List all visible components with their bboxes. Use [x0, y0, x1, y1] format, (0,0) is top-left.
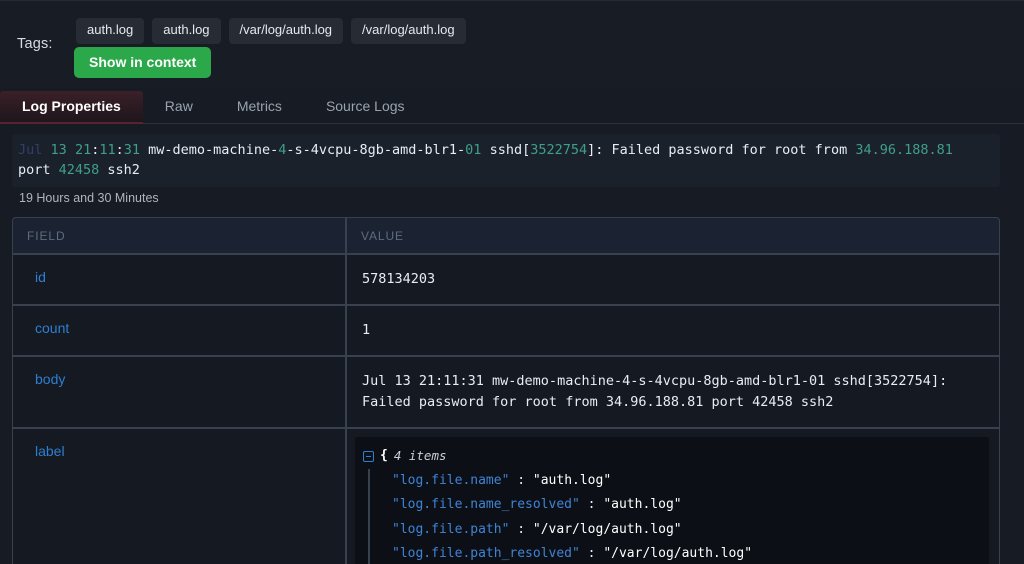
column-header-field: FIELD: [12, 217, 346, 254]
json-value: "/var/log/auth.log": [603, 546, 752, 561]
json-entry: "log.file.path" : "/var/log/auth.log": [392, 518, 981, 543]
field-value-label: { 4 items "log.file.name" : "auth.log" "…: [346, 428, 1000, 564]
json-items-count: 4 items: [394, 444, 447, 469]
json-separator: :: [580, 546, 603, 561]
field-name-label[interactable]: label: [12, 428, 346, 564]
json-entries: "log.file.name" : "auth.log" "log.file.n…: [368, 469, 981, 564]
log-message: ]: Failed password for root from: [587, 142, 855, 158]
json-key: "log.file.path": [392, 522, 509, 537]
log-host-num-2: 01: [465, 142, 481, 158]
log-second: 31: [124, 142, 140, 158]
field-value-count: 1: [346, 305, 1000, 356]
json-viewer: { 4 items "log.file.name" : "auth.log" "…: [355, 437, 989, 564]
field-value-body: Jul 13 21:11:31 mw-demo-machine-4-s-4vcp…: [346, 356, 1000, 428]
json-entry: "log.file.path_resolved" : "/var/log/aut…: [392, 542, 981, 564]
log-hour: 21: [75, 142, 91, 158]
field-name-body[interactable]: body: [12, 356, 346, 428]
log-source-ip: 34.96.188.81: [855, 142, 953, 158]
json-key: "log.file.name": [392, 473, 509, 488]
log-day: 13: [51, 142, 67, 158]
log-host-prefix: mw-demo-machine-: [148, 142, 278, 158]
table-row: body Jul 13 21:11:31 mw-demo-machine-4-s…: [12, 356, 1000, 428]
tab-raw[interactable]: Raw: [143, 91, 215, 123]
tab-log-properties[interactable]: Log Properties: [0, 91, 143, 123]
table-row: id 578134203: [12, 254, 1000, 305]
log-port-label: port: [18, 162, 59, 178]
log-host-mid: -s-4vcpu-8gb-amd-blr1-: [286, 142, 465, 158]
column-header-value: VALUE: [346, 217, 1000, 254]
json-value: "auth.log": [533, 473, 611, 488]
log-minute: 11: [99, 142, 115, 158]
log-summary-section: Jul 13 21:11:31 mw-demo-machine-4-s-4vcp…: [0, 124, 1024, 205]
json-root-line: { 4 items: [363, 444, 981, 469]
log-properties-table: FIELD VALUE id 578134203 count 1 body Ju…: [12, 217, 1000, 564]
table-header-row: FIELD VALUE: [12, 217, 1000, 254]
log-duration: 19 Hours and 30 Minutes: [19, 191, 1012, 205]
json-key: "log.file.path_resolved": [392, 546, 580, 561]
tags-bar: Tags: auth.log auth.log /var/log/auth.lo…: [0, 0, 1024, 88]
log-month: Jul: [18, 142, 42, 158]
json-entry: "log.file.name" : "auth.log": [392, 469, 981, 494]
field-value-id: 578134203: [346, 254, 1000, 305]
log-summary-line[interactable]: Jul 13 21:11:31 mw-demo-machine-4-s-4vcp…: [12, 134, 1000, 187]
json-separator: :: [509, 522, 532, 537]
json-open-brace: {: [380, 444, 388, 469]
log-port: 42458: [59, 162, 100, 178]
show-in-context-button[interactable]: Show in context: [74, 47, 211, 78]
collapse-toggle-icon[interactable]: [363, 451, 374, 462]
field-name-count[interactable]: count: [12, 305, 346, 356]
json-separator: :: [509, 473, 532, 488]
tag-chip[interactable]: auth.log: [152, 18, 220, 44]
log-detail-panel: Tags: auth.log auth.log /var/log/auth.lo…: [0, 0, 1024, 564]
tag-chip[interactable]: auth.log: [76, 18, 144, 44]
tags-label: Tags:: [17, 36, 53, 52]
json-value: "/var/log/auth.log": [533, 522, 682, 537]
json-separator: :: [580, 497, 603, 512]
tab-source-logs[interactable]: Source Logs: [304, 91, 427, 123]
json-entry: "log.file.name_resolved" : "auth.log": [392, 493, 981, 518]
json-value: "auth.log": [603, 497, 681, 512]
log-protocol: ssh2: [99, 162, 140, 178]
table-row: label { 4 items "log.file.name" : "auth.…: [12, 428, 1000, 564]
log-properties-table-wrap: FIELD VALUE id 578134203 count 1 body Ju…: [12, 217, 1000, 564]
field-name-id[interactable]: id: [12, 254, 346, 305]
tag-chip[interactable]: /var/log/auth.log: [351, 18, 466, 44]
tag-chip[interactable]: /var/log/auth.log: [229, 18, 344, 44]
table-row: count 1: [12, 305, 1000, 356]
tab-metrics[interactable]: Metrics: [215, 91, 304, 123]
log-pid: 3522754: [530, 142, 587, 158]
tag-chip-list: auth.log auth.log /var/log/auth.log /var…: [76, 18, 466, 44]
json-key: "log.file.name_resolved": [392, 497, 580, 512]
tab-bar: Log Properties Raw Metrics Source Logs: [0, 88, 1024, 124]
log-process: sshd[: [490, 142, 531, 158]
